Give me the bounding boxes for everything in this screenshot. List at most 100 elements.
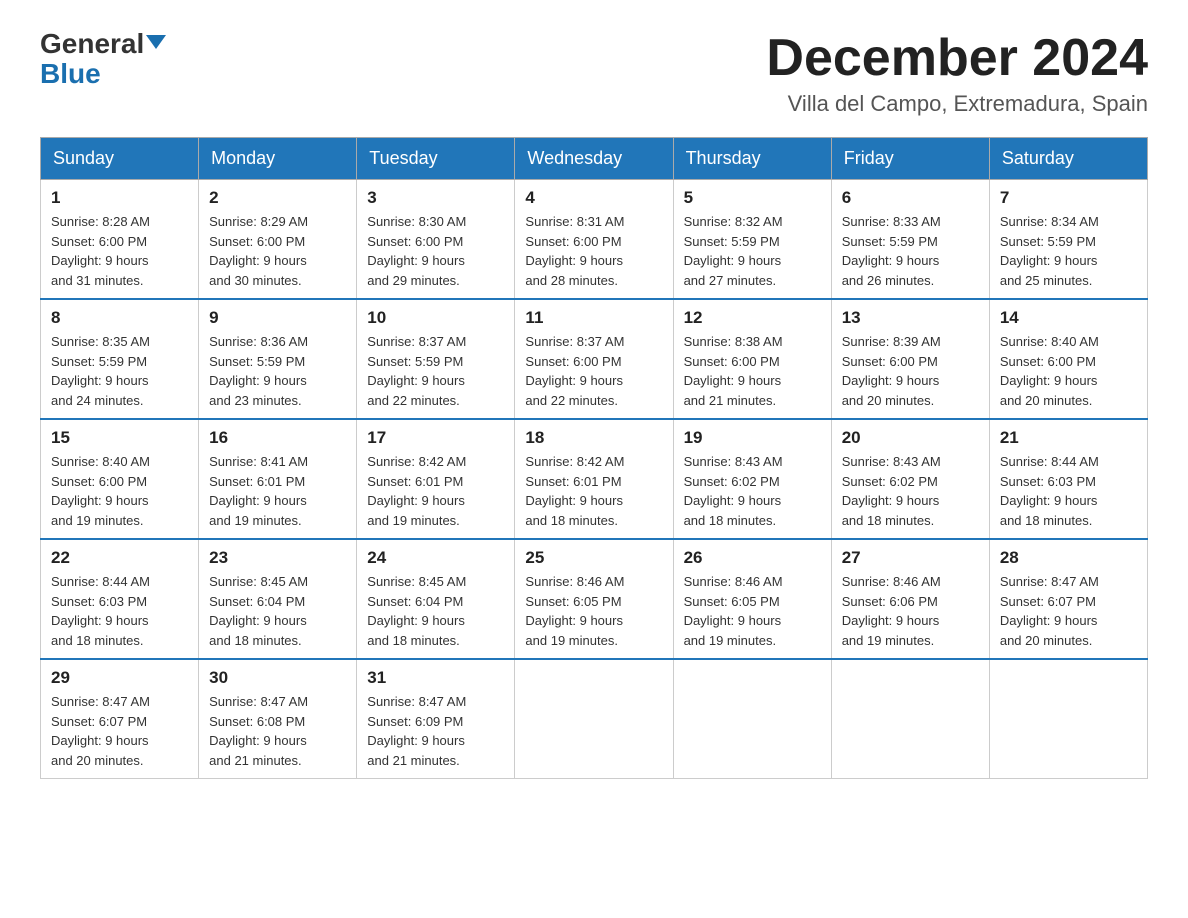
table-row: 5 Sunrise: 8:32 AMSunset: 5:59 PMDaylight… [673, 180, 831, 300]
day-number: 3 [367, 188, 504, 208]
day-info: Sunrise: 8:36 AMSunset: 5:59 PMDaylight:… [209, 332, 346, 410]
day-number: 26 [684, 548, 821, 568]
day-number: 28 [1000, 548, 1137, 568]
day-number: 21 [1000, 428, 1137, 448]
day-info: Sunrise: 8:37 AMSunset: 6:00 PMDaylight:… [525, 332, 662, 410]
table-row: 2 Sunrise: 8:29 AMSunset: 6:00 PMDaylight… [199, 180, 357, 300]
day-info: Sunrise: 8:47 AMSunset: 6:07 PMDaylight:… [51, 692, 188, 770]
header-tuesday: Tuesday [357, 138, 515, 180]
day-info: Sunrise: 8:46 AMSunset: 6:05 PMDaylight:… [684, 572, 821, 650]
day-number: 16 [209, 428, 346, 448]
table-row: 7Sunrise: 8:34 AMSunset: 5:59 PMDaylight… [989, 180, 1147, 300]
day-info: Sunrise: 8:42 AMSunset: 6:01 PMDaylight:… [525, 452, 662, 530]
day-info: Sunrise: 8:32 AMSunset: 5:59 PMDaylight:… [684, 212, 821, 290]
day-number: 15 [51, 428, 188, 448]
table-row [989, 659, 1147, 779]
table-row: 8Sunrise: 8:35 AMSunset: 5:59 PMDaylight… [41, 299, 199, 419]
table-row: 9 Sunrise: 8:36 AMSunset: 5:59 PMDaylight… [199, 299, 357, 419]
table-row: 1 Sunrise: 8:28 AMSunset: 6:00 PMDaylight… [41, 180, 199, 300]
day-number: 25 [525, 548, 662, 568]
table-row: 10 Sunrise: 8:37 AMSunset: 5:59 PMDayligh… [357, 299, 515, 419]
day-info: Sunrise: 8:47 AMSunset: 6:07 PMDaylight:… [1000, 572, 1137, 650]
table-row: 31 Sunrise: 8:47 AMSunset: 6:09 PMDayligh… [357, 659, 515, 779]
header-saturday: Saturday [989, 138, 1147, 180]
day-info: Sunrise: 8:28 AMSunset: 6:00 PMDaylight:… [51, 212, 188, 290]
day-number: 7 [1000, 188, 1137, 208]
table-row: 23Sunrise: 8:45 AMSunset: 6:04 PMDayligh… [199, 539, 357, 659]
calendar-header-row: Sunday Monday Tuesday Wednesday Thursday… [41, 138, 1148, 180]
day-info: Sunrise: 8:38 AMSunset: 6:00 PMDaylight:… [684, 332, 821, 410]
table-row: 30 Sunrise: 8:47 AMSunset: 6:08 PMDayligh… [199, 659, 357, 779]
day-info: Sunrise: 8:46 AMSunset: 6:05 PMDaylight:… [525, 572, 662, 650]
day-number: 20 [842, 428, 979, 448]
day-info: Sunrise: 8:40 AMSunset: 6:00 PMDaylight:… [1000, 332, 1137, 410]
day-number: 9 [209, 308, 346, 328]
header-monday: Monday [199, 138, 357, 180]
table-row [831, 659, 989, 779]
day-number: 10 [367, 308, 504, 328]
table-row: 18 Sunrise: 8:42 AMSunset: 6:01 PMDayligh… [515, 419, 673, 539]
table-row: 20 Sunrise: 8:43 AMSunset: 6:02 PMDayligh… [831, 419, 989, 539]
day-info: Sunrise: 8:47 AMSunset: 6:09 PMDaylight:… [367, 692, 504, 770]
day-number: 29 [51, 668, 188, 688]
calendar-week-row: 8Sunrise: 8:35 AMSunset: 5:59 PMDaylight… [41, 299, 1148, 419]
day-info: Sunrise: 8:41 AMSunset: 6:01 PMDaylight:… [209, 452, 346, 530]
table-row: 6Sunrise: 8:33 AMSunset: 5:59 PMDaylight… [831, 180, 989, 300]
day-info: Sunrise: 8:43 AMSunset: 6:02 PMDaylight:… [842, 452, 979, 530]
table-row: 16 Sunrise: 8:41 AMSunset: 6:01 PMDayligh… [199, 419, 357, 539]
day-info: Sunrise: 8:44 AMSunset: 6:03 PMDaylight:… [51, 572, 188, 650]
table-row [673, 659, 831, 779]
day-info: Sunrise: 8:40 AMSunset: 6:00 PMDaylight:… [51, 452, 188, 530]
table-row: 13Sunrise: 8:39 AMSunset: 6:00 PMDayligh… [831, 299, 989, 419]
day-info: Sunrise: 8:47 AMSunset: 6:08 PMDaylight:… [209, 692, 346, 770]
table-row: 3 Sunrise: 8:30 AMSunset: 6:00 PMDaylight… [357, 180, 515, 300]
day-number: 1 [51, 188, 188, 208]
calendar-week-row: 29 Sunrise: 8:47 AMSunset: 6:07 PMDayligh… [41, 659, 1148, 779]
table-row: 22Sunrise: 8:44 AMSunset: 6:03 PMDayligh… [41, 539, 199, 659]
day-number: 5 [684, 188, 821, 208]
day-info: Sunrise: 8:29 AMSunset: 6:00 PMDaylight:… [209, 212, 346, 290]
main-title: December 2024 [766, 30, 1148, 87]
calendar-week-row: 1 Sunrise: 8:28 AMSunset: 6:00 PMDaylight… [41, 180, 1148, 300]
day-number: 13 [842, 308, 979, 328]
table-row: 12 Sunrise: 8:38 AMSunset: 6:00 PMDayligh… [673, 299, 831, 419]
table-row: 29 Sunrise: 8:47 AMSunset: 6:07 PMDayligh… [41, 659, 199, 779]
day-info: Sunrise: 8:37 AMSunset: 5:59 PMDaylight:… [367, 332, 504, 410]
header-friday: Friday [831, 138, 989, 180]
logo-general-text: General [40, 30, 166, 58]
day-number: 8 [51, 308, 188, 328]
header-thursday: Thursday [673, 138, 831, 180]
day-info: Sunrise: 8:31 AMSunset: 6:00 PMDaylight:… [525, 212, 662, 290]
day-number: 31 [367, 668, 504, 688]
day-info: Sunrise: 8:43 AMSunset: 6:02 PMDaylight:… [684, 452, 821, 530]
header: General Blue December 2024 Villa del Cam… [40, 30, 1148, 117]
day-number: 12 [684, 308, 821, 328]
day-info: Sunrise: 8:44 AMSunset: 6:03 PMDaylight:… [1000, 452, 1137, 530]
calendar-week-row: 15 Sunrise: 8:40 AMSunset: 6:00 PMDayligh… [41, 419, 1148, 539]
calendar-table: Sunday Monday Tuesday Wednesday Thursday… [40, 137, 1148, 779]
day-number: 14 [1000, 308, 1137, 328]
table-row: 25 Sunrise: 8:46 AMSunset: 6:05 PMDayligh… [515, 539, 673, 659]
title-section: December 2024 Villa del Campo, Extremadu… [766, 30, 1148, 117]
day-number: 17 [367, 428, 504, 448]
day-info: Sunrise: 8:45 AMSunset: 6:04 PMDaylight:… [367, 572, 504, 650]
table-row: 15 Sunrise: 8:40 AMSunset: 6:00 PMDayligh… [41, 419, 199, 539]
day-number: 27 [842, 548, 979, 568]
table-row: 24 Sunrise: 8:45 AMSunset: 6:04 PMDayligh… [357, 539, 515, 659]
table-row: 27Sunrise: 8:46 AMSunset: 6:06 PMDayligh… [831, 539, 989, 659]
logo: General Blue [40, 30, 166, 88]
day-info: Sunrise: 8:33 AMSunset: 5:59 PMDaylight:… [842, 212, 979, 290]
logo-blue-text: Blue [40, 60, 101, 88]
day-info: Sunrise: 8:30 AMSunset: 6:00 PMDaylight:… [367, 212, 504, 290]
day-number: 24 [367, 548, 504, 568]
header-sunday: Sunday [41, 138, 199, 180]
day-number: 23 [209, 548, 346, 568]
day-number: 18 [525, 428, 662, 448]
table-row: 11Sunrise: 8:37 AMSunset: 6:00 PMDayligh… [515, 299, 673, 419]
day-number: 30 [209, 668, 346, 688]
table-row: 14 Sunrise: 8:40 AMSunset: 6:00 PMDayligh… [989, 299, 1147, 419]
calendar-week-row: 22Sunrise: 8:44 AMSunset: 6:03 PMDayligh… [41, 539, 1148, 659]
day-number: 2 [209, 188, 346, 208]
table-row: 17Sunrise: 8:42 AMSunset: 6:01 PMDayligh… [357, 419, 515, 539]
table-row [515, 659, 673, 779]
